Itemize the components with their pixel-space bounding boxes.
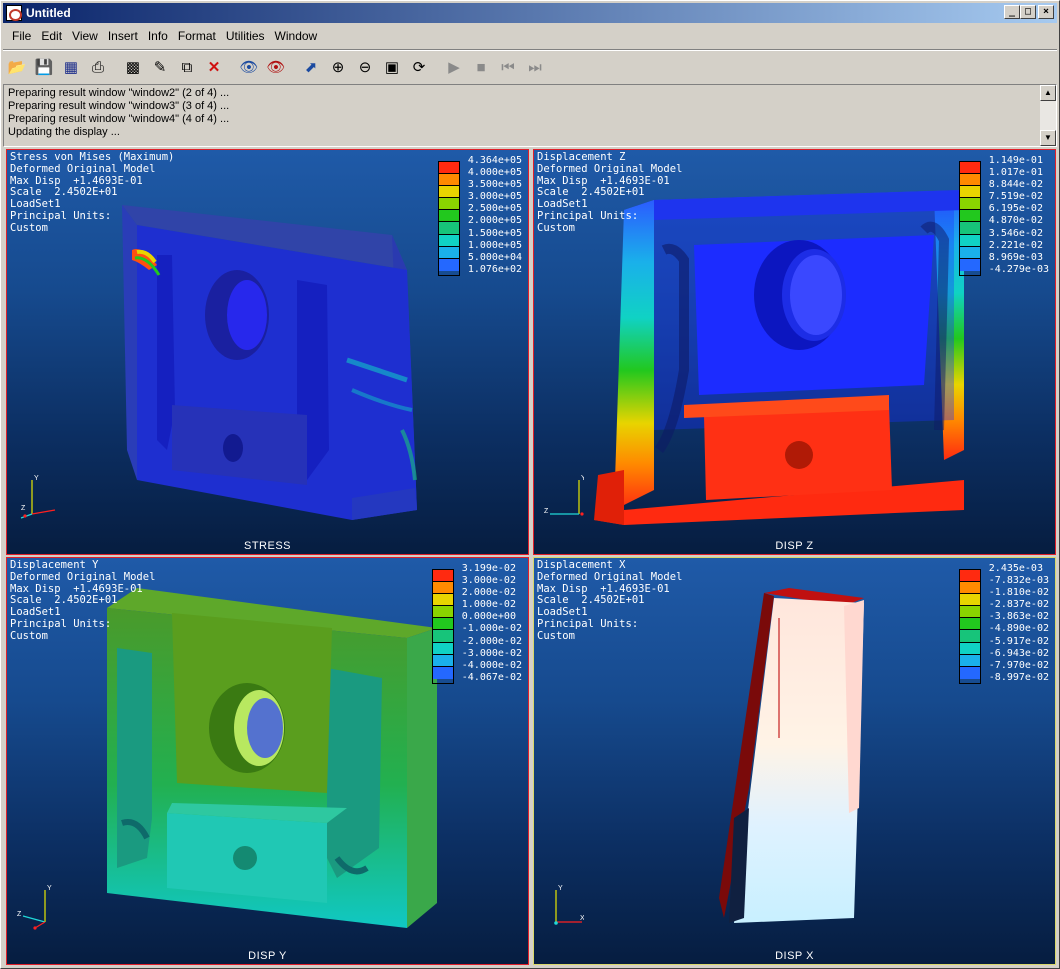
legend-values: 3.199e-02 3.000e-02 2.000e-02 1.000e-02 0.00… <box>461 563 522 683</box>
scroll-up-icon[interactable]: ▲ <box>1040 85 1056 101</box>
maximize-button[interactable]: □ <box>1020 5 1036 19</box>
select-pointer-icon[interactable]: ⬈ <box>299 55 323 79</box>
viewport-info: Displacement Y Deformed Original Model M… <box>10 559 156 642</box>
edit-icon[interactable]: ✎ <box>148 55 172 79</box>
svg-text:Y: Y <box>47 885 52 892</box>
menu-view[interactable]: View <box>67 29 103 43</box>
show-results-icon[interactable]: 👁 <box>237 55 261 79</box>
zoom-in-icon[interactable]: ⊕ <box>326 55 350 79</box>
result-title: Displacement Y <box>10 559 99 571</box>
print-icon[interactable]: ⎙ <box>86 55 110 79</box>
svg-text:Z: Z <box>17 911 22 918</box>
menu-utilities[interactable]: Utilities <box>221 29 270 43</box>
svg-text:Z: Z <box>544 508 549 515</box>
message-line: Preparing result window "window4" (4 of … <box>8 113 230 125</box>
copy-icon[interactable]: ⧉ <box>175 55 199 79</box>
svg-text:X: X <box>580 915 584 922</box>
menu-window[interactable]: Window <box>270 29 323 43</box>
viewport-stress[interactable]: Stress von Mises (Maximum) Deformed Orig… <box>6 149 529 555</box>
color-legend: 1.149e-01 1.017e-01 8.844e-02 7.519e-02 6.19… <box>958 155 1049 276</box>
play-icon[interactable]: ▶ <box>442 55 466 79</box>
legend-bar <box>431 569 454 684</box>
app-window: Untitled _ □ × File Edit View Insert Inf… <box>0 0 1060 969</box>
menu-bar: File Edit View Insert Info Format Utilit… <box>3 25 322 47</box>
scroll-down-icon[interactable]: ▼ <box>1040 130 1056 146</box>
menu-info[interactable]: Info <box>143 29 173 43</box>
legend-values: 4.364e+05 4.000e+05 3.500e+05 3.000e+05 2.50… <box>467 155 522 275</box>
viewport-info: Displacement X Deformed Original Model M… <box>537 559 683 642</box>
svg-text:Y: Y <box>558 885 563 892</box>
result-title: Stress von Mises (Maximum) <box>10 151 175 163</box>
result-title: Displacement X <box>537 559 626 571</box>
legend-bar <box>437 161 460 276</box>
axis-triad: Y X <box>554 885 584 925</box>
color-legend: 4.364e+05 4.000e+05 3.500e+05 3.000e+05 2.50… <box>437 155 522 276</box>
result-title: Displacement Z <box>537 151 626 163</box>
menu-insert[interactable]: Insert <box>103 29 143 43</box>
svg-text:Z: Z <box>21 505 26 512</box>
toolbar: 📂 💾 ▦ ⎙ ▩ ✎ ⧉ ✕ 👁 👁 ⬈ ⊕ ⊖ ▣ ⟳ ▶ ■ ⏮ ⏭ <box>5 53 550 81</box>
viewport-label: DISP X <box>775 950 814 962</box>
viewport-disp-z[interactable]: Displacement Z Deformed Original Model M… <box>533 149 1056 555</box>
viewport-disp-y[interactable]: Displacement Y Deformed Original Model M… <box>6 557 529 965</box>
step-forward-icon[interactable]: ⏭ <box>523 55 547 79</box>
message-line: Preparing result window "window3" (3 of … <box>8 100 230 112</box>
title-bar[interactable]: Untitled _ □ × <box>3 3 1057 23</box>
viewport-info: Displacement Z Deformed Original Model M… <box>537 151 683 234</box>
properties-icon[interactable]: ▩ <box>121 55 145 79</box>
message-line: Updating the display ... <box>8 126 120 138</box>
save-all-icon[interactable]: ▦ <box>59 55 83 79</box>
legend-bar <box>958 569 981 684</box>
menu-format[interactable]: Format <box>173 29 221 43</box>
axis-triad: Y Z <box>544 475 584 516</box>
close-button[interactable]: × <box>1038 5 1054 19</box>
app-icon <box>6 5 22 21</box>
open-folder-icon[interactable]: 📂 <box>5 55 29 79</box>
color-legend: 2.435e-03 -7.832e-03 -1.810e-02 -2.837e-02-… <box>958 563 1049 684</box>
viewport-label: STRESS <box>243 540 291 552</box>
menu-file[interactable]: File <box>7 29 36 43</box>
viewport-label: DISP Y <box>248 950 287 962</box>
viewport-disp-x[interactable]: Displacement X Deformed Original Model M… <box>533 557 1056 965</box>
svg-text:Y: Y <box>581 475 584 482</box>
legend-bar <box>958 161 981 276</box>
rewind-icon[interactable]: ⏮ <box>496 55 520 79</box>
stop-icon[interactable]: ■ <box>469 55 493 79</box>
window-title: Untitled <box>26 6 71 20</box>
hide-results-icon[interactable]: 👁 <box>264 55 288 79</box>
zoom-window-icon[interactable]: ▣ <box>380 55 404 79</box>
message-area: Preparing result window "window2" (2 of … <box>3 84 1057 147</box>
message-scrollbar[interactable]: ▲ ▼ <box>1040 85 1056 146</box>
viewport-info: Stress von Mises (Maximum) Deformed Orig… <box>10 151 175 234</box>
legend-values: 2.435e-03 -7.832e-03 -1.810e-02 -2.837e-02-… <box>988 563 1049 683</box>
menu-edit[interactable]: Edit <box>36 29 67 43</box>
save-icon[interactable]: 💾 <box>32 55 56 79</box>
menu-separator <box>3 49 1057 51</box>
legend-values: 1.149e-01 1.017e-01 8.844e-02 7.519e-02 6.19… <box>988 155 1049 275</box>
axis-triad: Y Z <box>17 885 52 930</box>
viewport-label: DISP Z <box>775 540 814 552</box>
minimize-button[interactable]: _ <box>1004 5 1020 19</box>
axis-triad: Y Z <box>20 475 56 519</box>
message-line: Preparing result window "window2" (2 of … <box>8 87 230 99</box>
orient-icon[interactable]: ⟳ <box>407 55 431 79</box>
color-legend: 3.199e-02 3.000e-02 2.000e-02 1.000e-02 0.00… <box>431 563 522 684</box>
delete-icon[interactable]: ✕ <box>202 55 226 79</box>
svg-text:Y: Y <box>34 475 39 482</box>
zoom-out-icon[interactable]: ⊖ <box>353 55 377 79</box>
